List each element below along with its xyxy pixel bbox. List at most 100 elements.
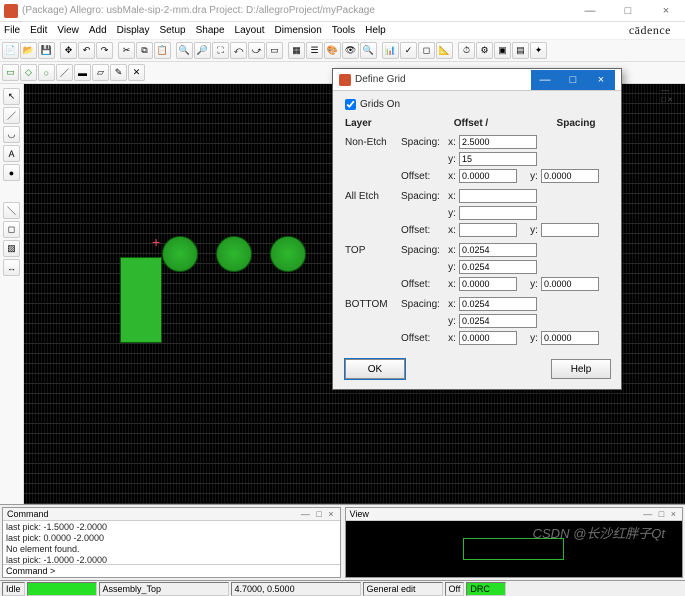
menu-display[interactable]: Display xyxy=(117,25,150,36)
save-icon[interactable]: 💾 xyxy=(38,42,55,59)
arc-tool-icon[interactable]: ◡ xyxy=(3,126,20,143)
slash-icon[interactable]: ＼ xyxy=(3,202,20,219)
zoom-out-icon[interactable]: 🔎 xyxy=(194,42,211,59)
non-etch-offset-y[interactable] xyxy=(541,169,599,183)
non-etch-offset-x[interactable] xyxy=(459,169,517,183)
menu-setup[interactable]: Setup xyxy=(159,25,185,36)
select-icon[interactable]: ↖ xyxy=(3,88,20,105)
command-input[interactable] xyxy=(55,566,336,576)
footprint-body[interactable] xyxy=(120,257,162,343)
menu-file[interactable]: File xyxy=(4,25,20,36)
all-etch-spacing-x[interactable] xyxy=(459,189,537,203)
pad-1[interactable] xyxy=(162,236,198,272)
pin-tool-icon[interactable]: ● xyxy=(3,164,20,181)
3d-icon[interactable]: ◻ xyxy=(418,42,435,59)
misc3-icon[interactable]: ▤ xyxy=(512,42,529,59)
shape-del-icon[interactable]: ✕ xyxy=(128,64,145,81)
shape-fill-icon[interactable]: ▬ xyxy=(74,64,91,81)
world-view[interactable] xyxy=(346,521,683,577)
cut-icon[interactable]: ✂ xyxy=(118,42,135,59)
shape-tool-icon[interactable]: ◻ xyxy=(3,221,20,238)
new-icon[interactable]: 📄 xyxy=(2,42,19,59)
report-icon[interactable]: 📊 xyxy=(382,42,399,59)
pad-2[interactable] xyxy=(216,236,252,272)
dialog-close-button[interactable]: × xyxy=(587,70,615,90)
status-indicator-1[interactable] xyxy=(27,582,97,596)
bottom-offset-x[interactable] xyxy=(459,331,517,345)
undo-icon[interactable]: ↶ xyxy=(78,42,95,59)
bottom-spacing-y[interactable] xyxy=(459,314,537,328)
all-etch-spacing-y[interactable] xyxy=(459,206,537,220)
find-icon[interactable]: 🔍 xyxy=(360,42,377,59)
window-minimize-button[interactable]: — xyxy=(575,5,605,17)
zoom-prev-icon[interactable]: ⤺ xyxy=(230,42,247,59)
window-close-button[interactable]: × xyxy=(651,5,681,17)
shape-edit-icon[interactable]: ✎ xyxy=(110,64,127,81)
line-tool-icon[interactable]: ／ xyxy=(3,107,20,124)
menu-view[interactable]: View xyxy=(57,25,79,36)
all-etch-offset-y[interactable] xyxy=(541,223,599,237)
window-maximize-button[interactable]: □ xyxy=(613,5,643,17)
menu-shape[interactable]: Shape xyxy=(196,25,225,36)
status-bar: Idle Assembly_Top 4.7000, 0.5000 General… xyxy=(0,580,685,596)
grids-on-row[interactable]: Grids On xyxy=(345,99,611,110)
grid-icon[interactable]: ▦ xyxy=(288,42,305,59)
dim-tool-icon[interactable]: ↔ xyxy=(3,259,20,276)
top-offset-y[interactable] xyxy=(541,277,599,291)
grids-on-checkbox[interactable] xyxy=(345,99,356,110)
misc1-icon[interactable]: ⚙ xyxy=(476,42,493,59)
dialog-minimize-button[interactable]: — xyxy=(531,70,559,90)
command-panel-buttons[interactable]: — □ × xyxy=(301,509,336,519)
misc4-icon[interactable]: ✦ xyxy=(530,42,547,59)
toolbar-row-1: 📄 📂 💾 ✥ ↶ ↷ ✂ ⧉ 📋 🔍 🔎 ⛶ ⤺ ⤻ ▭ ▦ ☰ 🎨 👁 🔍 … xyxy=(0,40,685,62)
misc2-icon[interactable]: ▣ xyxy=(494,42,511,59)
top-spacing-y[interactable] xyxy=(459,260,537,274)
help-button[interactable]: Help xyxy=(551,359,611,379)
non-etch-spacing-x[interactable] xyxy=(459,135,537,149)
show-icon[interactable]: 👁 xyxy=(342,42,359,59)
status-layer[interactable]: Assembly_Top xyxy=(99,582,229,596)
move-icon[interactable]: ✥ xyxy=(60,42,77,59)
paste-icon[interactable]: 📋 xyxy=(154,42,171,59)
text-tool-icon[interactable]: A xyxy=(3,145,20,162)
non-etch-spacing-y[interactable] xyxy=(459,152,537,166)
zoom-window-icon[interactable]: ▭ xyxy=(266,42,283,59)
menu-dimension[interactable]: Dimension xyxy=(275,25,322,36)
zoom-in-icon[interactable]: 🔍 xyxy=(176,42,193,59)
layers-icon[interactable]: ☰ xyxy=(306,42,323,59)
menu-edit[interactable]: Edit xyxy=(30,25,47,36)
ok-button[interactable]: OK xyxy=(345,359,405,379)
zoom-fit-icon[interactable]: ⛶ xyxy=(212,42,229,59)
label-x: x: xyxy=(445,137,459,148)
menu-layout[interactable]: Layout xyxy=(235,25,265,36)
menu-help[interactable]: Help xyxy=(365,25,386,36)
dialog-maximize-button[interactable]: □ xyxy=(559,70,587,90)
shape-poly-icon[interactable]: ◇ xyxy=(20,64,37,81)
shape-circle-icon[interactable]: ○ xyxy=(38,64,55,81)
redo-icon[interactable]: ↷ xyxy=(96,42,113,59)
zoom-next-icon[interactable]: ⤻ xyxy=(248,42,265,59)
shape-void-icon[interactable]: ▱ xyxy=(92,64,109,81)
top-offset-x[interactable] xyxy=(459,277,517,291)
open-icon[interactable]: 📂 xyxy=(20,42,37,59)
shape-rect-icon[interactable]: ▭ xyxy=(2,64,19,81)
pad-3[interactable] xyxy=(270,236,306,272)
shape-line-icon[interactable]: ／ xyxy=(56,64,73,81)
right-panel-controls[interactable]: —□× xyxy=(659,86,679,100)
bottom-offset-y[interactable] xyxy=(541,331,599,345)
dialog-titlebar[interactable]: Define Grid — □ × xyxy=(333,69,621,91)
measure-icon[interactable]: 📐 xyxy=(436,42,453,59)
timer-icon[interactable]: ⏱ xyxy=(458,42,475,59)
menu-add[interactable]: Add xyxy=(89,25,107,36)
copy-icon[interactable]: ⧉ xyxy=(136,42,153,59)
area-tool-icon[interactable]: ▨ xyxy=(3,240,20,257)
menu-tools[interactable]: Tools xyxy=(332,25,355,36)
drc-icon[interactable]: ✓ xyxy=(400,42,417,59)
view-panel-buttons[interactable]: — □ × xyxy=(643,509,678,519)
all-etch-offset-x[interactable] xyxy=(459,223,517,237)
layer-bottom: BOTTOM xyxy=(345,299,401,310)
color-icon[interactable]: 🎨 xyxy=(324,42,341,59)
top-spacing-x[interactable] xyxy=(459,243,537,257)
status-drc[interactable]: DRC xyxy=(466,582,506,596)
bottom-spacing-x[interactable] xyxy=(459,297,537,311)
